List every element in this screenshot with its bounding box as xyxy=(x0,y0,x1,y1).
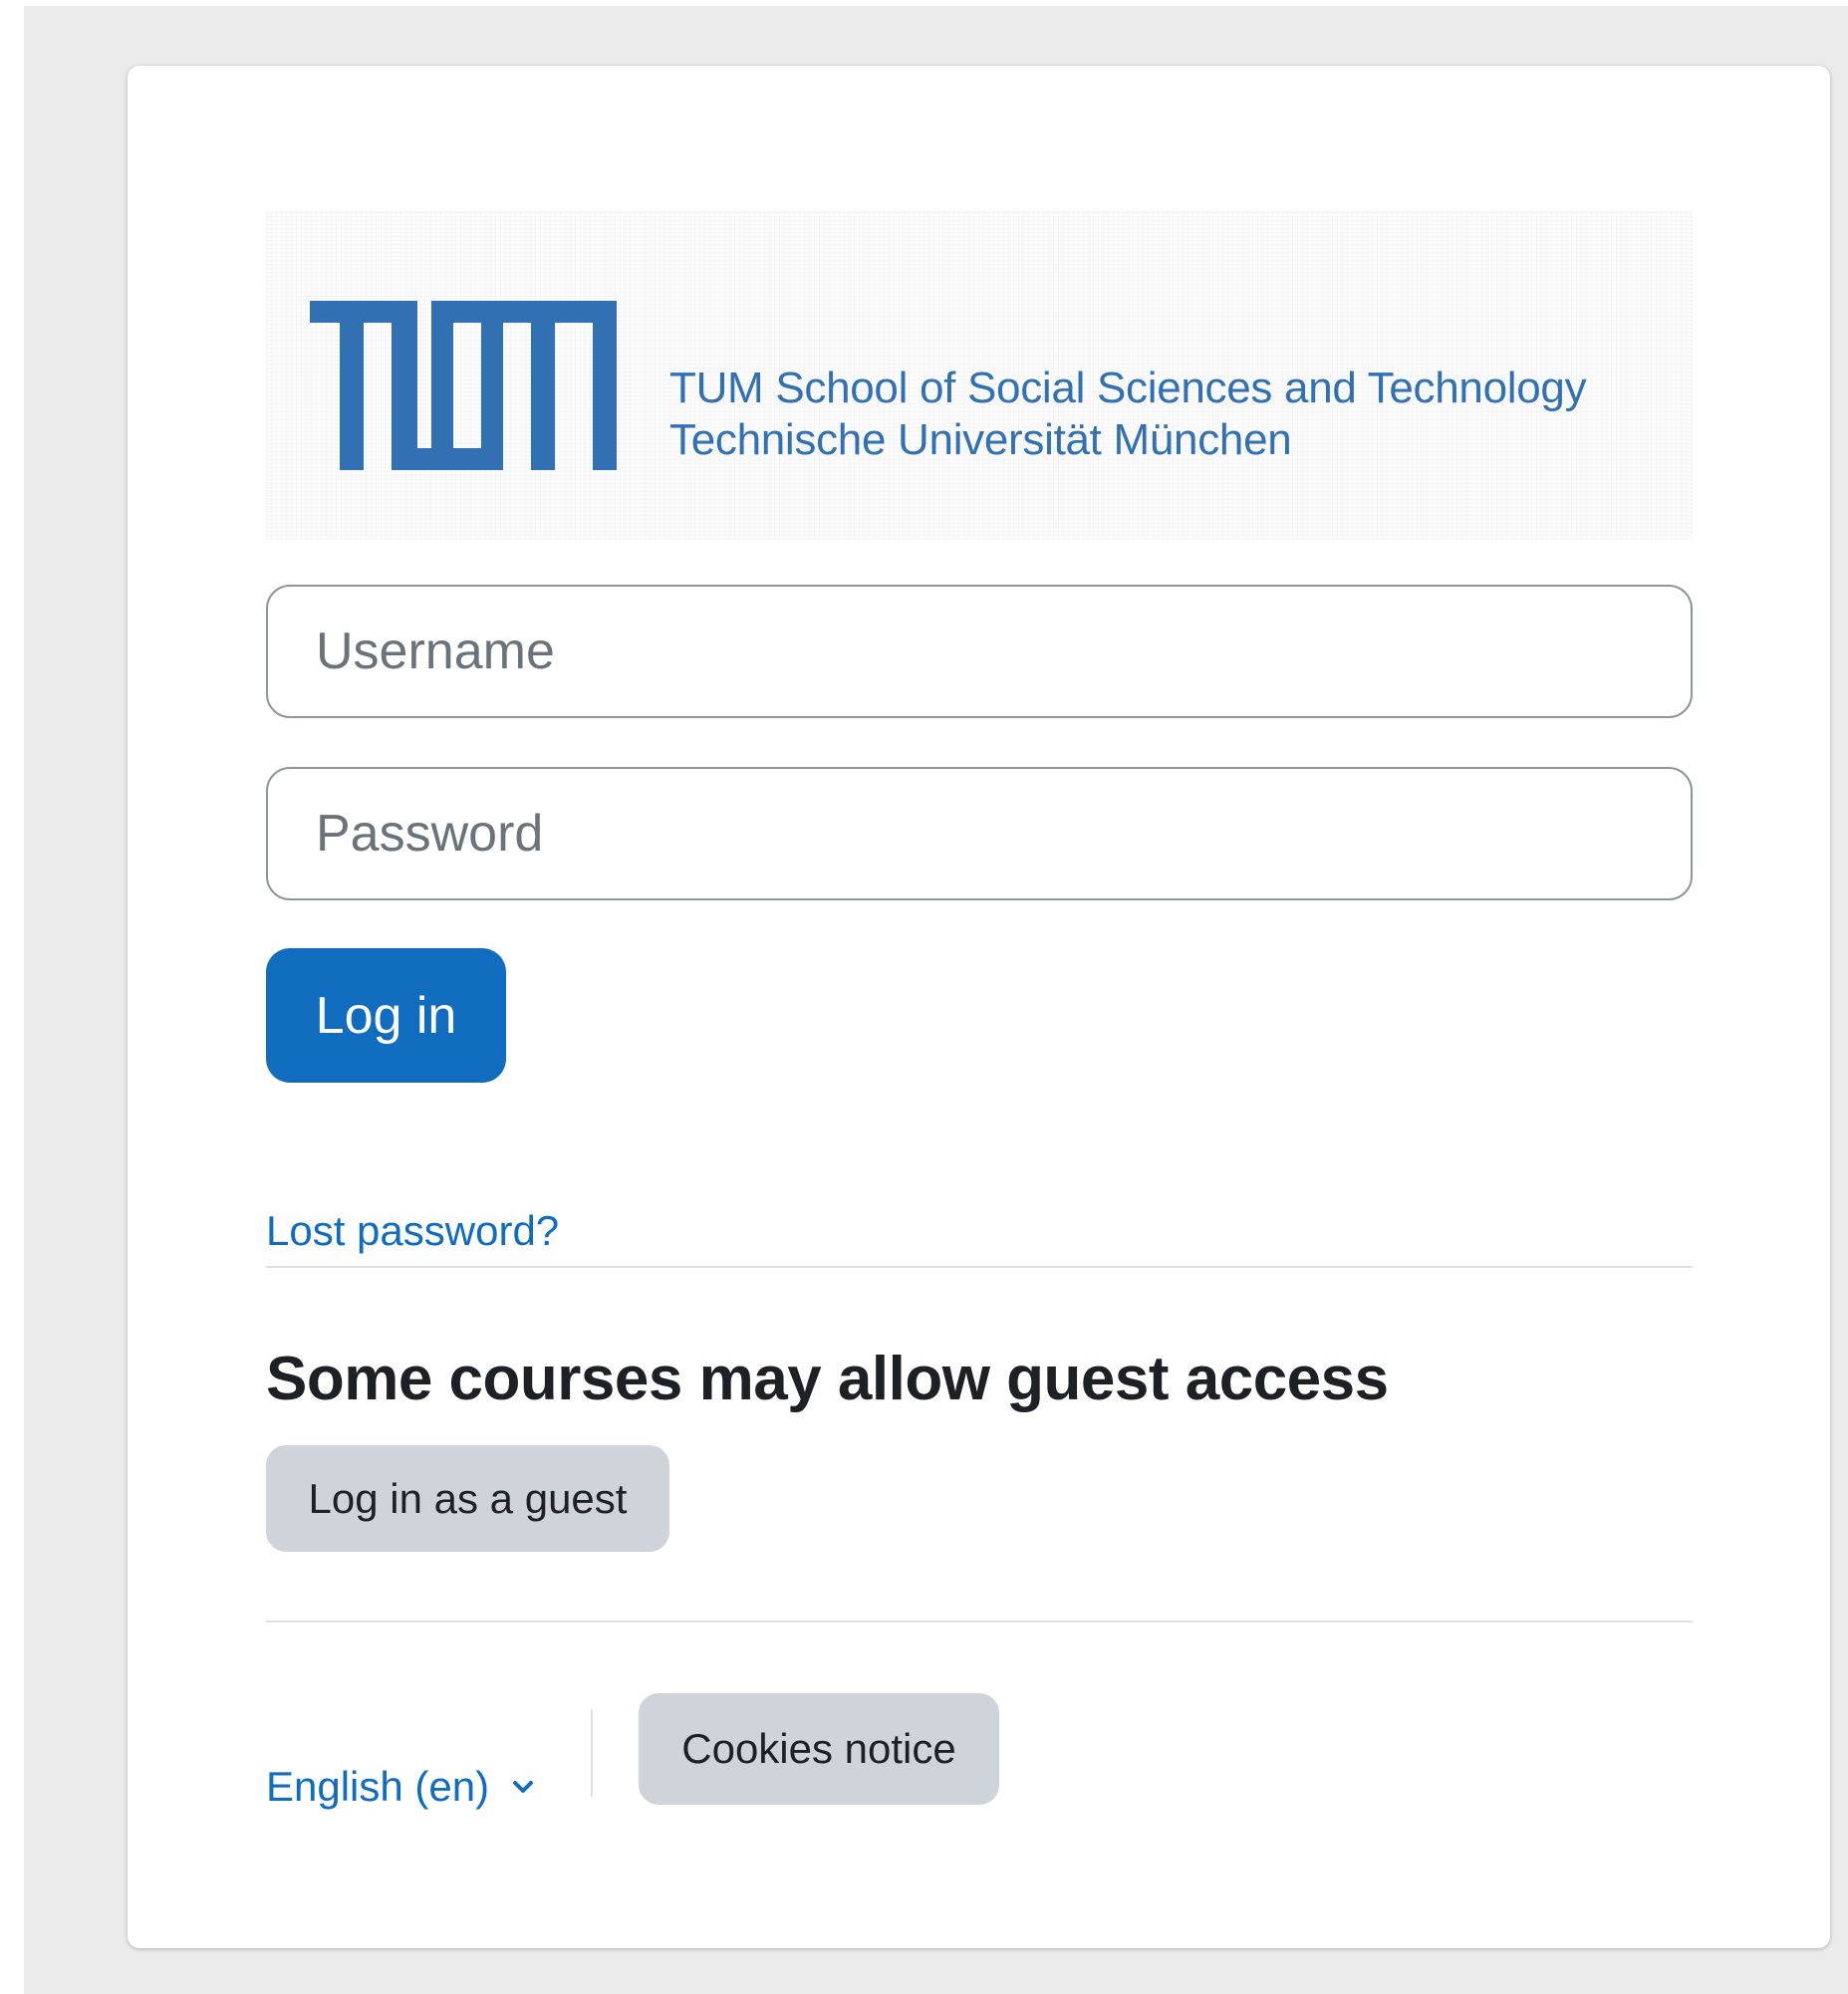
guest-access-heading: Some courses may allow guest access xyxy=(266,1345,1389,1413)
login-card: TUM School of Social Sciences and Techno… xyxy=(128,66,1830,1948)
divider xyxy=(266,1266,1693,1268)
lost-password-link[interactable]: Lost password? xyxy=(266,1207,559,1255)
password-input[interactable] xyxy=(266,767,1693,900)
cookies-notice-button[interactable]: Cookies notice xyxy=(639,1693,999,1805)
logo-banner: TUM School of Social Sciences and Techno… xyxy=(266,211,1693,540)
tum-logo xyxy=(310,301,617,470)
footer-separator xyxy=(591,1709,593,1797)
login-button[interactable]: Log in xyxy=(266,948,506,1083)
chevron-down-icon xyxy=(513,1781,534,1793)
divider xyxy=(266,1620,1693,1622)
logo-wordmark: TUM School of Social Sciences and Techno… xyxy=(669,363,1587,466)
guest-login-button[interactable]: Log in as a guest xyxy=(266,1445,669,1552)
logo-line-school: TUM School of Social Sciences and Techno… xyxy=(669,364,1587,412)
logo-line-university: Technische Universität München xyxy=(669,415,1292,464)
username-input[interactable] xyxy=(266,585,1693,718)
language-label: English (en) xyxy=(266,1763,490,1810)
language-selector[interactable]: English (en) xyxy=(266,1763,535,1811)
